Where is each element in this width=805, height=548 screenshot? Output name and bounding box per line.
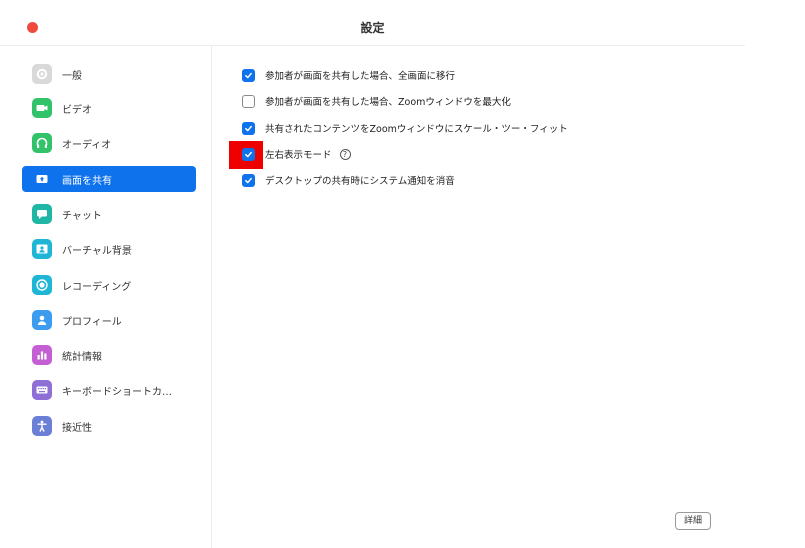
sidebar-item-accessibility[interactable]: 接近性 xyxy=(22,413,196,439)
option-scale-to-fit[interactable]: 共有されたコンテンツをZoomウィンドウにスケール・ツー・フィット xyxy=(242,120,568,136)
virtual-background-icon xyxy=(32,239,52,259)
option-full-screen-on-share[interactable]: 参加者が画面を共有した場合、全画面に移行 xyxy=(242,67,455,83)
sidebar-item-video[interactable]: ビデオ xyxy=(22,95,196,121)
keyboard-icon xyxy=(32,380,52,400)
sidebar-item-label: バーチャル背景 xyxy=(62,245,132,257)
statistics-icon xyxy=(32,345,52,365)
sidebar-item-general[interactable]: 一般 xyxy=(22,61,196,87)
share-screen-settings-panel: 参加者が画面を共有した場合、全画面に移行 参加者が画面を共有した場合、Zoomウ… xyxy=(212,46,745,548)
side-by-side-checkbox[interactable] xyxy=(242,148,255,161)
share-screen-icon xyxy=(32,169,52,189)
sidebar-item-profile[interactable]: プロフィール xyxy=(22,307,196,333)
profile-icon xyxy=(32,310,52,330)
option-label: 参加者が画面を共有した場合、全画面に移行 xyxy=(265,71,456,82)
sidebar-item-label: プロフィール xyxy=(62,316,122,328)
chat-icon xyxy=(32,204,52,224)
title-bar: 設定 xyxy=(0,0,745,46)
option-maximize-window-on-share[interactable]: 参加者が画面を共有した場合、Zoomウィンドウを最大化 xyxy=(242,93,511,109)
checkbox-checked[interactable] xyxy=(242,173,255,187)
sidebar-item-statistics[interactable]: 統計情報 xyxy=(22,342,196,368)
sidebar-item-label: チャット xyxy=(62,210,102,222)
sidebar-item-label: ビデオ xyxy=(62,104,92,116)
settings-window: 設定 一般 ビデオ オーディオ 画面を共有 チャット バーチャル背景 レコーディ… xyxy=(0,0,745,548)
option-label: 左右表示モード xyxy=(265,150,332,161)
sidebar-item-virtual-background[interactable]: バーチャル背景 xyxy=(22,236,196,262)
accessibility-icon xyxy=(32,416,52,436)
sidebar-item-label: レコーディング xyxy=(62,281,132,293)
sidebar-item-keyboard-shortcuts[interactable]: キーボードショートカ… xyxy=(22,377,196,403)
sidebar-item-share-screen[interactable]: 画面を共有 xyxy=(22,166,196,192)
sidebar-item-label: 一般 xyxy=(62,70,82,82)
sidebar-item-label: オーディオ xyxy=(62,139,112,151)
video-icon xyxy=(32,98,52,118)
sidebar-item-label: キーボードショートカ… xyxy=(62,386,172,398)
sidebar-item-label: 接近性 xyxy=(62,422,92,434)
checkbox-unchecked[interactable] xyxy=(242,94,255,108)
sidebar-item-chat[interactable]: チャット xyxy=(22,201,196,227)
sidebar-item-label: 統計情報 xyxy=(62,351,102,363)
checkbox-checked[interactable] xyxy=(242,121,255,135)
sidebar-item-audio[interactable]: オーディオ xyxy=(22,130,196,156)
option-label: 共有されたコンテンツをZoomウィンドウにスケール・ツー・フィット xyxy=(265,124,568,135)
checkbox-checked[interactable] xyxy=(242,68,255,82)
help-icon[interactable]: ? xyxy=(339,148,351,160)
sidebar: 一般 ビデオ オーディオ 画面を共有 チャット バーチャル背景 レコーディング … xyxy=(0,46,212,548)
option-label: 参加者が画面を共有した場合、Zoomウィンドウを最大化 xyxy=(265,97,511,108)
option-label: デスクトップの共有時にシステム通知を消音 xyxy=(265,176,455,187)
recording-icon xyxy=(32,275,52,295)
sidebar-item-label: 画面を共有 xyxy=(62,175,112,187)
option-mute-notifications-on-share[interactable]: デスクトップの共有時にシステム通知を消音 xyxy=(242,172,455,188)
headphones-icon xyxy=(32,133,52,153)
detail-button[interactable]: 詳細 xyxy=(675,512,711,530)
sidebar-item-recording[interactable]: レコーディング xyxy=(22,272,196,298)
window-title: 設定 xyxy=(360,21,385,35)
gear-icon xyxy=(32,64,52,84)
